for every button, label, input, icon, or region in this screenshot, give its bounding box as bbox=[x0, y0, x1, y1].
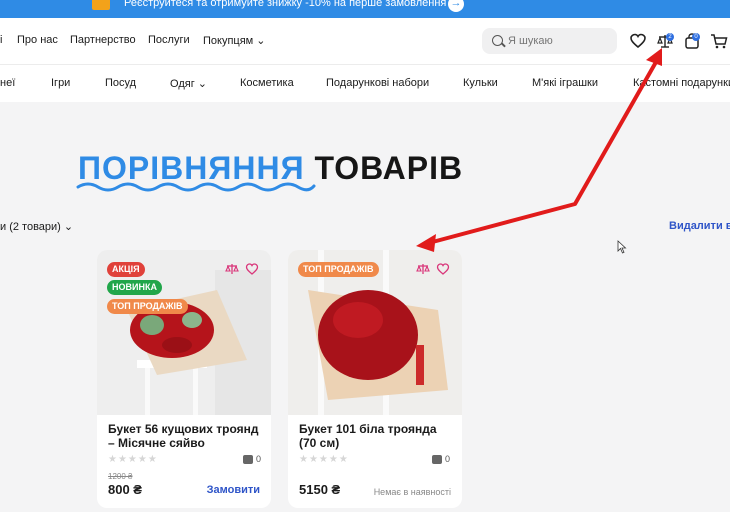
rating-stars: ★★★★★ bbox=[299, 454, 349, 465]
gift-icon bbox=[92, 0, 110, 10]
old-price: 1200 ₴ bbox=[108, 472, 133, 481]
wishlist-heart-icon[interactable] bbox=[245, 262, 259, 276]
search-input[interactable] bbox=[508, 31, 608, 51]
promo-text: Реєструйтеся та отримуйте знижку -10% на… bbox=[124, 0, 447, 9]
wishlist-heart-icon[interactable] bbox=[436, 262, 450, 276]
category-gift-sets[interactable]: Подарункові набори bbox=[326, 77, 429, 89]
top-nav-services[interactable]: Послуги bbox=[148, 34, 190, 46]
product-card[interactable]: АКЦІЯ НОВИНКА ТОП ПРОДАЖІВ Букет 56 кущо… bbox=[97, 250, 271, 508]
reviews-count: 0 bbox=[445, 454, 451, 464]
category-custom-gifts[interactable]: Кастомні подарунки bbox=[633, 77, 730, 89]
reviews-count: 0 bbox=[256, 454, 262, 464]
compare-category-dropdown[interactable]: и (2 товари) ⌄ bbox=[0, 220, 73, 233]
delete-all-button[interactable]: Видалити вс bbox=[669, 220, 730, 232]
compare-count-badge: 2 bbox=[666, 33, 674, 41]
rating-stars: ★★★★★ bbox=[108, 454, 158, 465]
arrow-right-icon[interactable]: → bbox=[448, 0, 464, 12]
tag-top-sales: ТОП ПРОДАЖІВ bbox=[107, 299, 188, 314]
category-item[interactable]: неї bbox=[0, 77, 15, 89]
price: 800 ₴ bbox=[108, 482, 142, 497]
cart-icon[interactable] bbox=[710, 32, 728, 50]
search-box[interactable] bbox=[482, 28, 617, 54]
category-balloons[interactable]: Кульки bbox=[463, 77, 498, 89]
site-header: і Про нас Партнерство Послуги Покупцям ⌄… bbox=[0, 18, 730, 64]
mouse-cursor-icon bbox=[617, 240, 627, 254]
category-nav: неї Ігри Посуд Одяг ⌄ Косметика Подарунк… bbox=[0, 64, 730, 102]
tag-top-sales: ТОП ПРОДАЖІВ bbox=[298, 262, 379, 277]
bag-count-badge: 0 bbox=[692, 33, 700, 41]
out-of-stock-label: Немає в наявності bbox=[373, 487, 451, 497]
promo-banner[interactable]: Реєструйтеся та отримуйте знижку -10% на… bbox=[0, 0, 730, 18]
category-dishes[interactable]: Посуд bbox=[105, 77, 136, 89]
top-nav-item[interactable]: і bbox=[0, 34, 2, 46]
top-nav-customers[interactable]: Покупцям ⌄ bbox=[203, 34, 266, 47]
tag-sale: АКЦІЯ bbox=[107, 262, 145, 277]
compare-icon[interactable] bbox=[416, 262, 430, 276]
heart-icon[interactable] bbox=[629, 32, 647, 50]
product-name[interactable]: Букет 101 біла троянда (70 см) bbox=[299, 422, 455, 450]
category-clothes[interactable]: Одяг ⌄ bbox=[170, 77, 207, 90]
order-button[interactable]: Замовити bbox=[207, 484, 260, 496]
tag-new: НОВИНКА bbox=[107, 280, 162, 295]
reviews-icon bbox=[243, 455, 253, 464]
category-plush-toys[interactable]: М'які іграшки bbox=[532, 77, 598, 89]
category-games[interactable]: Ігри bbox=[51, 77, 70, 89]
top-nav-partnership[interactable]: Партнерство bbox=[70, 34, 136, 46]
top-nav-about[interactable]: Про нас bbox=[17, 34, 58, 46]
compare-icon[interactable] bbox=[225, 262, 239, 276]
product-name[interactable]: Букет 56 кущових троянд – Місячне сяйво bbox=[108, 422, 264, 450]
title-wave-underline bbox=[76, 182, 316, 192]
price: 5150 ₴ bbox=[299, 482, 341, 497]
category-cosmetics[interactable]: Косметика bbox=[240, 77, 294, 89]
search-icon bbox=[492, 35, 503, 46]
reviews-icon bbox=[432, 455, 442, 464]
product-card[interactable]: ТОП ПРОДАЖІВ Букет 101 біла троянда (70 … bbox=[288, 250, 462, 508]
page-title-rest: ТОВАРІВ bbox=[314, 150, 464, 186]
